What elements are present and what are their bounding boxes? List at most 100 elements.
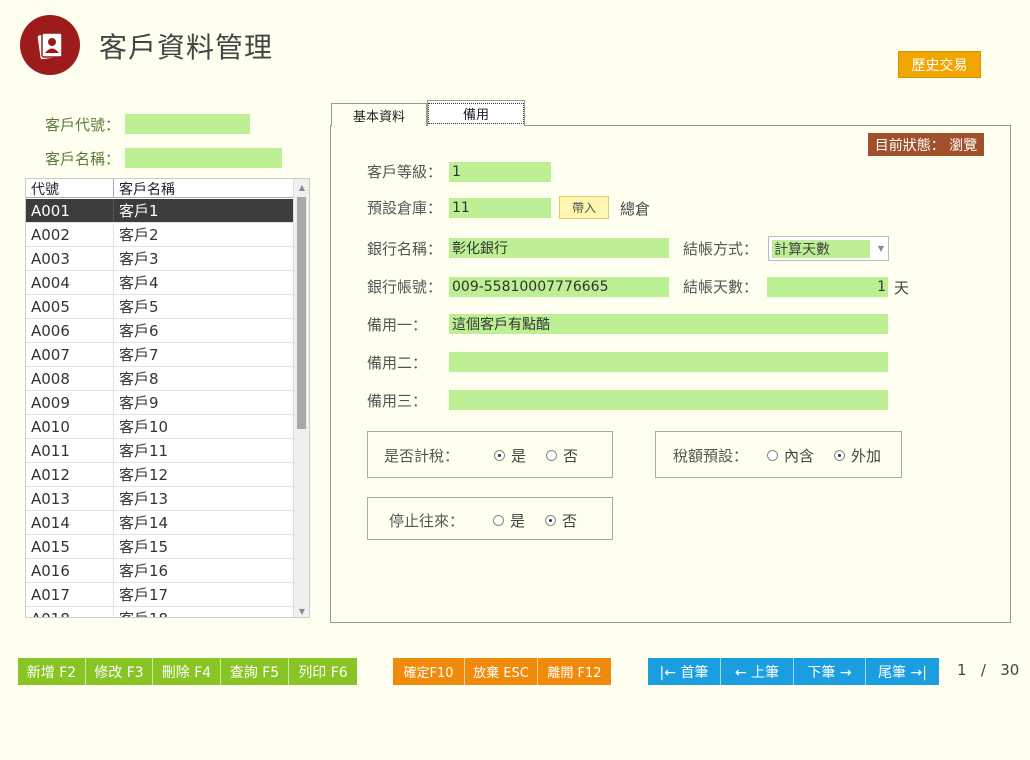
prev-record-button[interactable]: ← 上筆 xyxy=(721,658,794,685)
exit-button[interactable]: 離開 F12 xyxy=(538,658,611,685)
cell-code: A010 xyxy=(26,415,114,438)
customer-code-label: 客戶代號： xyxy=(45,116,121,134)
warehouse-label: 預設倉庫： xyxy=(367,199,443,217)
settlement-method-value: 計算天數 xyxy=(772,240,870,258)
memo2-label: 備用二： xyxy=(367,354,428,372)
table-row[interactable]: A006 客戶6 xyxy=(26,319,294,343)
memo3-input[interactable] xyxy=(449,390,888,410)
table-row[interactable]: A016 客戶16 xyxy=(26,559,294,583)
page-title: 客戶資料管理 xyxy=(99,31,274,64)
table-row[interactable]: A004 客戶4 xyxy=(26,271,294,295)
cell-code: A016 xyxy=(26,559,114,582)
customer-level-label: 客戶等級： xyxy=(367,163,443,181)
column-header-name[interactable]: 客戶名稱 xyxy=(114,179,294,198)
cell-name: 客戶9 xyxy=(119,394,159,412)
table-row[interactable]: A014 客戶14 xyxy=(26,511,294,535)
cell-name: 客戶12 xyxy=(119,466,169,484)
cell-name: 客戶8 xyxy=(119,370,159,388)
table-row[interactable]: A001 客戶1 xyxy=(26,199,294,223)
table-row[interactable]: A003 客戶3 xyxy=(26,247,294,271)
app-logo xyxy=(20,15,80,75)
chevron-down-icon: ▼ xyxy=(877,244,884,253)
status-label: 目前狀態： xyxy=(874,137,945,154)
cell-code: A013 xyxy=(26,487,114,510)
cell-code: A003 xyxy=(26,247,114,270)
radio-selected-icon xyxy=(494,450,505,461)
record-pager: 1 / 30 xyxy=(957,661,1019,679)
radio-unselected-icon xyxy=(767,450,778,461)
memo1-input[interactable]: 這個客戶有點酷 xyxy=(449,314,888,334)
warehouse-input[interactable]: 11 xyxy=(449,198,551,218)
cell-name: 客戶6 xyxy=(119,322,159,340)
scroll-up-icon[interactable]: ▲ xyxy=(294,179,309,195)
import-button[interactable]: 帶入 xyxy=(559,196,609,219)
cell-name: 客戶18 xyxy=(114,608,294,617)
tax-included-radio[interactable]: 內含 xyxy=(767,445,814,466)
cell-name: 客戶3 xyxy=(119,250,159,268)
pager-total: 30 xyxy=(1000,661,1020,679)
tax-no-label: 否 xyxy=(563,447,579,465)
settlement-days-input[interactable]: 1 xyxy=(767,277,888,297)
delete-button[interactable]: 刪除 F4 xyxy=(153,658,221,685)
print-button[interactable]: 列印 F6 xyxy=(289,658,357,685)
customer-name-label: 客戶名稱： xyxy=(45,150,121,168)
status-value: 瀏覽 xyxy=(949,137,978,154)
stop-no-label: 否 xyxy=(562,512,578,530)
settlement-method-select[interactable]: 計算天數 ▼ xyxy=(768,236,889,261)
cell-code: A001 xyxy=(26,199,114,222)
table-row[interactable]: A008 客戶8 xyxy=(26,367,294,391)
tab-basic-info[interactable]: 基本資料 xyxy=(331,103,427,126)
contact-card-icon xyxy=(37,32,63,60)
column-header-code[interactable]: 代號 xyxy=(26,179,114,198)
tax-default-group: 稅額預設： 內含 外加 xyxy=(655,431,902,478)
memo2-input[interactable] xyxy=(449,352,888,372)
history-button[interactable]: 歷史交易 xyxy=(898,51,981,78)
query-button[interactable]: 查詢 F5 xyxy=(221,658,289,685)
stop-dealing-group: 停止往來： 是 否 xyxy=(367,497,613,540)
cell-code: A008 xyxy=(26,367,114,390)
table-row[interactable]: A013 客戶13 xyxy=(26,487,294,511)
settlement-days-unit: 天 xyxy=(894,279,910,297)
table-row[interactable]: A005 客戶5 xyxy=(26,295,294,319)
warehouse-name: 總倉 xyxy=(620,200,651,218)
memo3-label: 備用三： xyxy=(367,392,428,410)
bank-name-label: 銀行名稱： xyxy=(367,240,443,258)
cell-code: A002 xyxy=(26,223,114,246)
table-row[interactable]: A017 客戶17 xyxy=(26,583,294,607)
cancel-button[interactable]: 放棄 ESC xyxy=(465,658,538,685)
radio-unselected-icon xyxy=(493,515,504,526)
table-row[interactable]: A018客戶18 xyxy=(26,607,294,617)
first-record-button[interactable]: |← 首筆 xyxy=(648,658,721,685)
table-row[interactable]: A010 客戶10 xyxy=(26,415,294,439)
scroll-down-icon[interactable]: ▼ xyxy=(294,603,309,617)
table-row[interactable]: A011 客戶11 xyxy=(26,439,294,463)
last-record-button[interactable]: 尾筆 →| xyxy=(866,658,939,685)
stop-no-radio[interactable]: 否 xyxy=(545,510,577,531)
scroll-thumb[interactable] xyxy=(297,197,306,429)
table-row[interactable]: A015 客戶15 xyxy=(26,535,294,559)
table-row[interactable]: A002 客戶2 xyxy=(26,223,294,247)
customer-table: 代號 客戶名稱 A001 客戶1 A002 客戶2 A003 客戶3 A004 客戶4 A005… xyxy=(25,178,310,618)
table-row[interactable]: A007 客戶7 xyxy=(26,343,294,367)
confirm-button[interactable]: 確定F10 xyxy=(393,658,465,685)
bank-name-input[interactable]: 彰化銀行 xyxy=(449,238,669,258)
cell-code: A011 xyxy=(26,439,114,462)
stop-yes-radio[interactable]: 是 xyxy=(493,510,525,531)
customer-code-input[interactable] xyxy=(125,114,250,134)
next-record-button[interactable]: 下筆 → xyxy=(794,658,866,685)
edit-button[interactable]: 修改 F3 xyxy=(86,658,153,685)
tax-yes-radio[interactable]: 是 xyxy=(494,445,526,466)
add-button[interactable]: 新增 F2 xyxy=(18,658,86,685)
tab-spare[interactable]: 備用 xyxy=(427,100,525,126)
table-scrollbar[interactable]: ▲ ▼ xyxy=(293,179,309,617)
tax-no-radio[interactable]: 否 xyxy=(546,445,578,466)
radio-selected-icon xyxy=(834,450,845,461)
customer-name-input[interactable] xyxy=(125,148,282,168)
radio-unselected-icon xyxy=(546,450,557,461)
cell-name: 客戶16 xyxy=(119,562,169,580)
table-row[interactable]: A009 客戶9 xyxy=(26,391,294,415)
tax-excluded-radio[interactable]: 外加 xyxy=(834,445,881,466)
customer-level-input[interactable]: 1 xyxy=(449,162,551,182)
table-row[interactable]: A012 客戶12 xyxy=(26,463,294,487)
bank-account-input[interactable]: 009-55810007776665 xyxy=(449,277,669,297)
